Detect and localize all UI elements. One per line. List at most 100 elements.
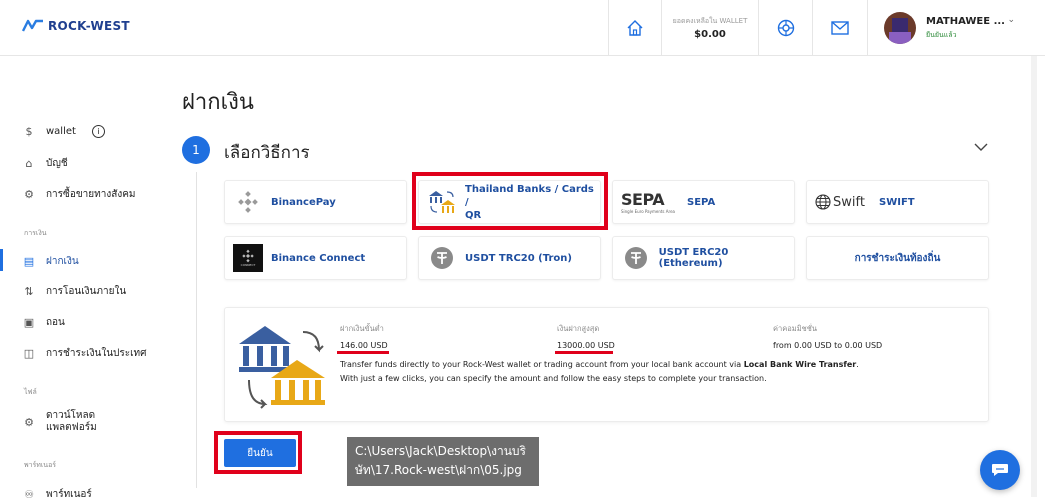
method-usdt-trc20[interactable]: USDT TRC20 (Tron) — [418, 236, 601, 280]
mail-icon — [831, 21, 849, 35]
brand-logo[interactable]: ROCK-WEST — [22, 18, 130, 34]
top-bar: ROCK-WEST ยอดคงเหลือใน WALLET $0.00 MATH… — [0, 0, 1045, 56]
method-sepa[interactable]: SEPA Single Euro Payments Area SEPA — [612, 180, 795, 224]
brand-name: ROCK-WEST — [48, 19, 130, 33]
sidebar-item-deposit[interactable]: ▤ ฝากเงิน — [22, 254, 79, 269]
binance-connect-logo: CONNECT — [233, 244, 263, 272]
home-button[interactable] — [608, 0, 661, 56]
max-deposit-underline — [555, 351, 613, 354]
method-swift[interactable]: Swift SWIFT — [806, 180, 989, 224]
page-title: ฝากเงิน — [182, 90, 254, 115]
globe-icon — [815, 194, 831, 210]
step-number: 1 — [182, 136, 210, 164]
sidebar-item-partner[interactable]: ♾ พาร์ทเนอร์ — [22, 487, 92, 502]
step-connector-line — [196, 172, 197, 488]
method-label: USDT ERC20 (Ethereum) — [658, 247, 729, 269]
sidebar-item-label: พาร์ทเนอร์ — [46, 489, 92, 500]
wallet-balance-label: ยอดคงเหลือใน WALLET — [672, 17, 748, 25]
sepa-logo-subtext: Single Euro Payments Area — [621, 209, 675, 214]
method-binancepay[interactable]: BinancePay — [224, 180, 407, 224]
method-local-payment[interactable]: การชำระเงินท้องถิ่น — [806, 236, 989, 280]
swift-logo: Swift — [815, 194, 871, 210]
commission-value: from 0.00 USD to 0.00 USD — [773, 341, 883, 350]
dollar-icon: $ — [25, 125, 33, 138]
sidebar-item-withdraw[interactable]: ▣ ถอน — [22, 315, 65, 330]
sidebar-item-label: แพลตฟอร์ม — [46, 422, 97, 433]
method-label: SEPA — [687, 196, 716, 208]
binance-icon — [233, 188, 263, 216]
info-icon[interactable]: i — [91, 125, 105, 138]
min-deposit-value: 146.00 USD — [340, 341, 388, 350]
sidebar-section-partner: พาร์ทเนอร์ — [24, 461, 57, 469]
sidebar-item-label: การโอนเงินภายใน — [46, 286, 127, 297]
commission-label: ค่าคอมมิชชั่น — [773, 324, 817, 333]
sidebar-item-domestic-payment[interactable]: ◫ การชำระเงินในประเทศ — [22, 346, 147, 361]
sidebar-active-indicator — [0, 249, 3, 271]
gear-icon: ⚙ — [24, 415, 34, 429]
user-name: MATHAWEE ... — [926, 15, 1005, 27]
chevron-down-icon[interactable] — [972, 138, 990, 156]
sidebar-item-social-trading[interactable]: ⚙ การซื้อขายทางสังคม — [22, 187, 136, 202]
sidebar-section-files: ไฟล์ — [24, 388, 37, 396]
sidebar-item-internal-transfer[interactable]: ⇅ การโอนเงินภายใน — [22, 284, 126, 299]
sidebar-item-label: wallet — [46, 126, 76, 137]
max-deposit-value: 13000.00 USD — [557, 341, 615, 350]
method-label: Binance Connect — [271, 252, 366, 264]
sidebar-item-label: ฝากเงิน — [46, 256, 79, 267]
wallet-balance-value: $0.00 — [694, 29, 726, 40]
chevron-down-icon: ⌄ — [1007, 15, 1015, 25]
sepa-logo: SEPA Single Euro Payments Area — [621, 190, 679, 214]
chat-button[interactable] — [980, 450, 1020, 490]
min-deposit-label: ฝากเงินขั้นต่ำ — [340, 324, 384, 333]
support-button[interactable] — [758, 0, 812, 56]
sidebar-item-label: การซื้อขายทางสังคม — [46, 189, 136, 200]
binance-connect-logo-text: CONNECT — [240, 263, 256, 267]
binance-icon — [242, 249, 254, 263]
home-icon — [627, 20, 643, 36]
sidebar-item-download-platform[interactable]: ⚙ ดาวน์โหลด แพลตฟอร์ม — [22, 410, 97, 434]
lifebuoy-icon — [777, 19, 794, 37]
home-icon: ⌂ — [25, 157, 33, 170]
method-label: SWIFT — [879, 196, 915, 208]
sidebar: $ wallet i ⌂ บัญชี ⚙ การซื้อขายทางสังคม … — [0, 56, 180, 501]
method-label: BinancePay — [271, 196, 336, 208]
scrollbar[interactable] — [1031, 56, 1037, 497]
sidebar-item-account[interactable]: ⌂ บัญชี — [22, 156, 68, 171]
file-path-tooltip: C:\Users\Jack\Desktop\งานบริ ษัท\17.Rock… — [347, 437, 539, 486]
user-menu[interactable]: MATHAWEE ... ยืนยันแล้ว ⌄ — [867, 0, 1045, 56]
sidebar-item-wallet[interactable]: $ wallet i — [22, 125, 105, 138]
sidebar-item-label: การชำระเงินในประเทศ — [46, 348, 147, 359]
tooltip-line1: C:\Users\Jack\Desktop\งานบริ — [355, 444, 526, 458]
withdraw-icon: ▣ — [23, 316, 35, 329]
method-label: การชำระเงินท้องถิ่น — [854, 252, 941, 264]
max-deposit-label: เงินฝากสูงสุด — [557, 324, 600, 333]
sidebar-item-label: บัญชี — [46, 158, 68, 169]
sidebar-item-label: ถอน — [46, 317, 65, 328]
highlight-box-thailand-banks — [412, 172, 608, 230]
deposit-info-card: ฝากเงินขั้นต่ำ 146.00 USD เงินฝากสูงสุด … — [224, 307, 989, 422]
sidebar-item-label: ดาวน์โหลด — [46, 410, 96, 421]
gear-icon: ⚙ — [24, 188, 34, 201]
wallet-icon: ▤ — [23, 255, 35, 268]
deposit-description-line1: Transfer funds directly to your Rock-Wes… — [340, 360, 859, 369]
deposit-description-line2: With just a few clicks, you can specify … — [340, 374, 767, 383]
sepa-logo-text: SEPA — [621, 190, 665, 209]
user-verified-status: ยืนยันแล้ว — [926, 30, 957, 39]
wallet-balance[interactable]: ยอดคงเหลือใน WALLET $0.00 — [661, 0, 758, 56]
transfer-icon: ⇅ — [24, 285, 34, 298]
chat-icon — [992, 464, 1008, 476]
method-label: USDT TRC20 (Tron) — [465, 252, 572, 264]
swift-logo-text: Swift — [833, 194, 865, 210]
bank-transfer-illustration-icon — [239, 326, 325, 409]
sidebar-section-money: การเงิน — [24, 229, 47, 237]
rock-west-logo-icon — [22, 19, 43, 32]
tether-icon — [621, 244, 651, 272]
step-title: เลือกวิธีการ — [224, 143, 310, 163]
tether-icon — [427, 244, 457, 272]
tooltip-line2: ษัท\17.Rock-west\ฝาก\05.jpg — [355, 463, 522, 477]
messages-button[interactable] — [812, 0, 867, 56]
method-usdt-erc20[interactable]: USDT ERC20 (Ethereum) — [612, 236, 795, 280]
avatar — [884, 12, 916, 44]
highlight-box-confirm — [214, 431, 302, 474]
method-binance-connect[interactable]: CONNECT Binance Connect — [224, 236, 407, 280]
